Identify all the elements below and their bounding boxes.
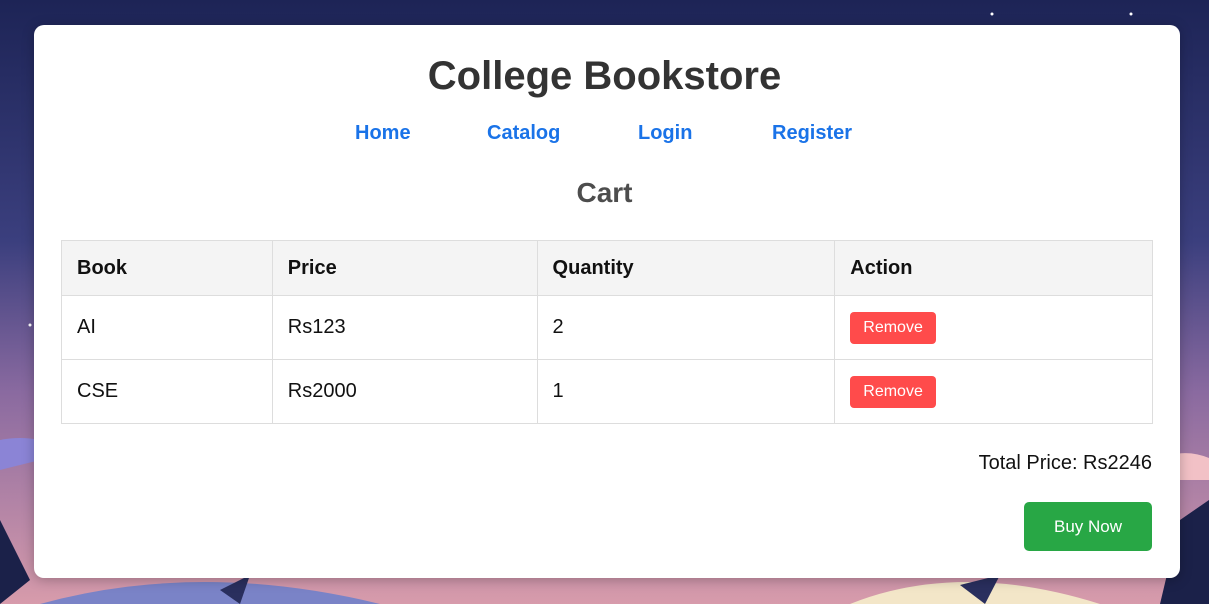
price-cell: Rs2000 <box>271 359 538 424</box>
total-price: Total Price: Rs2246 <box>978 452 1152 474</box>
nav-home-link[interactable]: Home <box>355 122 411 145</box>
column-header-action: Action <box>834 240 1153 296</box>
price-cell: Rs123 <box>271 295 538 360</box>
action-cell: Remove <box>834 359 1153 424</box>
quantity-cell: 1 <box>536 359 836 424</box>
action-cell: Remove <box>834 295 1153 360</box>
remove-button[interactable]: Remove <box>850 311 936 344</box>
buy-now-button[interactable]: Buy Now <box>1024 502 1152 551</box>
column-header-quantity: Quantity <box>536 240 836 296</box>
table-row: AI Rs123 2 Remove <box>61 295 1153 360</box>
book-cell: CSE <box>61 359 273 424</box>
quantity-cell: 2 <box>536 295 836 360</box>
cart-table: Book Price Quantity Action AI Rs123 2 Re… <box>61 240 1153 424</box>
nav-login-link[interactable]: Login <box>638 122 692 145</box>
column-header-price: Price <box>271 240 538 296</box>
column-header-book: Book <box>61 240 273 296</box>
page-title: College Bookstore <box>427 54 782 98</box>
nav-register-link[interactable]: Register <box>772 122 852 145</box>
table-row: CSE Rs2000 1 Remove <box>61 359 1153 424</box>
book-cell: AI <box>61 295 273 360</box>
nav-catalog-link[interactable]: Catalog <box>487 122 560 145</box>
table-header-row: Book Price Quantity Action <box>61 240 1153 296</box>
remove-button[interactable]: Remove <box>850 375 936 408</box>
cart-heading: Cart <box>576 177 633 208</box>
